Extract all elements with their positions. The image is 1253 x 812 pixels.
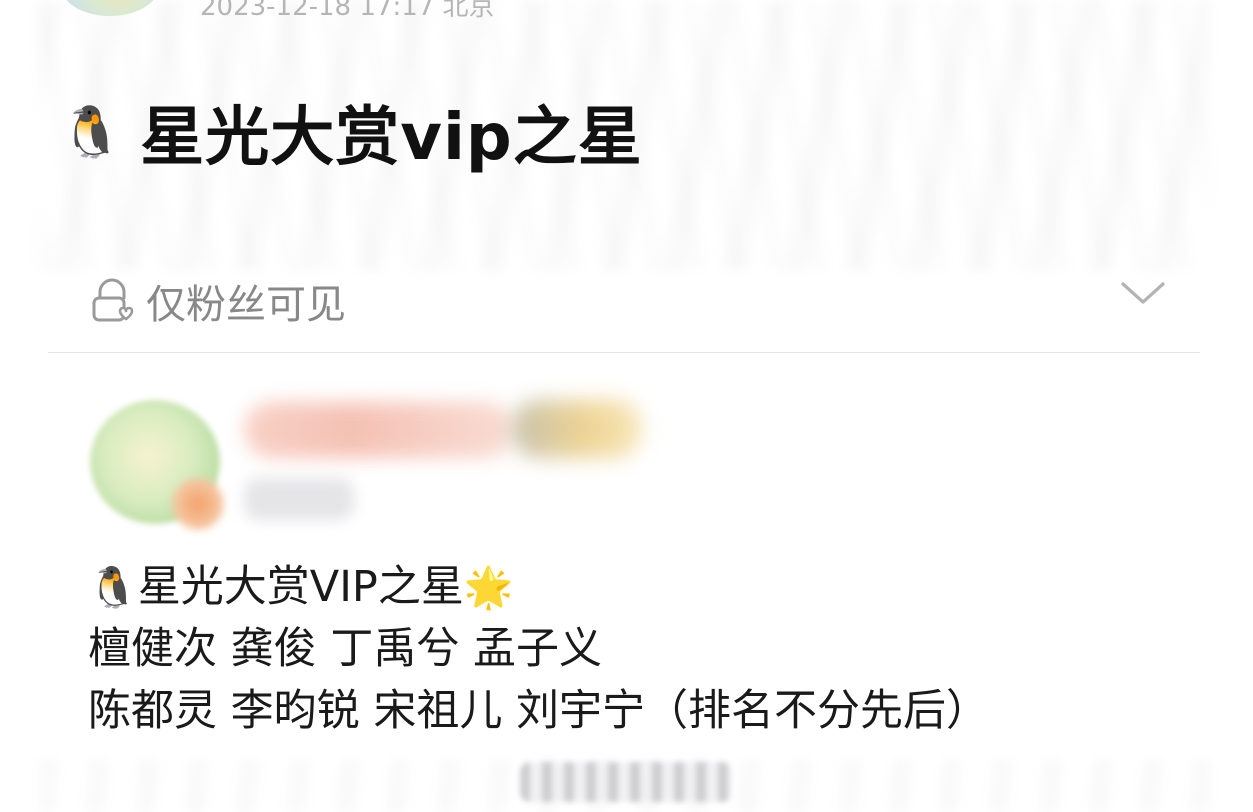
post-line-3: 陈都灵 李昀锐 宋祖儿 刘宇宁（排名不分先后）: [88, 686, 990, 736]
lock-heart-icon: [92, 278, 134, 322]
post-title-row: 🐧 星光大赏vip之星: [60, 92, 643, 175]
star-emoji: 🌟: [463, 565, 514, 611]
penguin-emoji-inline: 🐧: [88, 565, 138, 611]
author-name-blurred[interactable]: [244, 402, 514, 458]
post-line-1: 🐧星光大赏VIP之星🌟: [88, 556, 1188, 618]
post-title: 星光大赏vip之星: [140, 101, 643, 175]
chevron-down-icon[interactable]: [1120, 278, 1166, 308]
author-avatar-badge: [172, 478, 224, 530]
author-meta-blurred: [244, 478, 354, 520]
bottom-actions-blurred: [520, 762, 732, 802]
post-line-1-text: 星光大赏VIP之星: [137, 562, 464, 612]
post-line-2: 檀健次 龚俊 丁禹兮 孟子义: [88, 624, 603, 674]
top-meta-text: 2023-12-18 17:17 北京: [200, 0, 495, 22]
post-body: 🐧星光大赏VIP之星🌟 檀健次 龚俊 丁禹兮 孟子义 陈都灵 李昀锐 宋祖儿 刘…: [88, 556, 1188, 742]
author-badges-blurred: [512, 400, 642, 458]
weibo-post-screen: 2023-12-18 17:17 北京 🐧 星光大赏vip之星 仅粉丝可见 🐧星…: [0, 0, 1253, 812]
penguin-emoji: 🐧: [60, 103, 123, 161]
visibility-selector[interactable]: 仅粉丝可见: [48, 256, 1200, 353]
visibility-label: 仅粉丝可见: [146, 282, 346, 328]
